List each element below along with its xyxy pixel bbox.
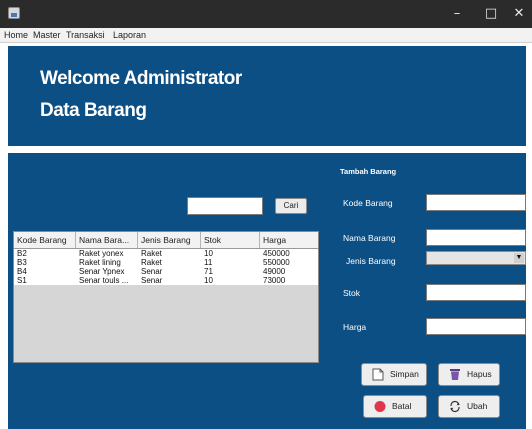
table-row[interactable]: B3 Raket lining Raket 11 550000	[14, 258, 318, 267]
cell-nama: Senar Ypnex	[79, 267, 125, 276]
table-row[interactable]: B4 Senar Ypnex Senar 71 49000	[14, 267, 318, 276]
trash-icon	[450, 369, 460, 380]
label-nama-barang: Nama Barang	[343, 233, 396, 243]
batal-label: Batal	[392, 401, 412, 411]
ubah-label: Ubah	[467, 401, 488, 411]
table-header: Kode Barang Nama Bara... Jenis Barang St…	[14, 232, 318, 249]
menu-laporan[interactable]: Laporan	[113, 29, 146, 41]
cell-kode: B4	[17, 267, 27, 276]
menu-bar: Home Master Transaksi Laporan	[0, 28, 532, 43]
cell-kode: B3	[17, 258, 27, 267]
minimize-icon[interactable]: –	[440, 0, 474, 28]
batal-button[interactable]: Batal	[363, 395, 427, 418]
kode-barang-field[interactable]	[426, 194, 526, 211]
cell-kode: B2	[17, 249, 27, 258]
cell-jenis: Senar	[141, 267, 163, 276]
ubah-button[interactable]: Ubah	[438, 395, 500, 418]
cell-nama: Raket lining	[79, 258, 121, 267]
table-row[interactable]: B2 Raket yonex Raket 10 450000	[14, 249, 318, 258]
column-header-stok[interactable]: Stok	[201, 232, 260, 248]
column-header-harga[interactable]: Harga	[260, 232, 318, 248]
cell-harga: 550000	[263, 258, 290, 267]
label-stok: Stok	[343, 288, 361, 298]
label-kode-barang: Kode Barang	[343, 198, 393, 208]
menu-master[interactable]: Master	[33, 29, 61, 41]
cancel-icon	[374, 401, 386, 412]
cell-jenis: Senar	[141, 276, 163, 285]
label-jenis-barang: Jenis Barang	[346, 256, 396, 266]
cell-jenis: Raket	[141, 258, 162, 267]
table-body: B2 Raket yonex Raket 10 450000 B3 Raket …	[14, 249, 318, 285]
cell-harga: 73000	[263, 276, 286, 285]
cell-stok: 11	[204, 258, 213, 267]
cell-jenis: Raket	[141, 249, 162, 258]
simpan-label: Simpan	[390, 369, 419, 379]
harga-field[interactable]	[426, 318, 526, 335]
search-input[interactable]	[187, 197, 263, 215]
java-app-icon	[8, 7, 20, 19]
header-panel: Welcome Administrator Data Barang	[8, 46, 526, 146]
cell-stok: 10	[204, 276, 213, 285]
column-header-kode[interactable]: Kode Barang	[14, 232, 76, 248]
welcome-title: Welcome Administrator	[40, 68, 242, 89]
close-icon[interactable]: ✕	[502, 0, 532, 28]
column-header-jenis[interactable]: Jenis Barang	[138, 232, 201, 248]
refresh-icon	[450, 400, 460, 413]
jenis-barang-select[interactable]: ▼	[426, 251, 526, 265]
cell-harga: 450000	[263, 249, 290, 258]
page-title: Data Barang	[40, 100, 147, 121]
menu-transaksi[interactable]: Transaksi	[66, 29, 105, 41]
search-button[interactable]: Cari	[275, 198, 307, 214]
table-row[interactable]: S1 Senar touls ... Senar 10 73000	[14, 276, 318, 285]
label-harga: Harga	[343, 322, 367, 332]
hapus-button[interactable]: Hapus	[438, 363, 500, 386]
cell-stok: 10	[204, 249, 213, 258]
barang-table[interactable]: Kode Barang Nama Bara... Jenis Barang St…	[13, 231, 319, 363]
cell-nama: Senar touls ...	[79, 276, 129, 285]
cell-nama: Raket yonex	[79, 249, 124, 258]
menu-home[interactable]: Home	[4, 29, 28, 41]
column-header-nama[interactable]: Nama Bara...	[76, 232, 138, 248]
hapus-label: Hapus	[467, 369, 492, 379]
save-icon	[372, 368, 384, 381]
form-title: Tambah Barang	[340, 167, 397, 176]
cell-stok: 71	[204, 267, 213, 276]
window-title-bar: – □ ✕	[0, 0, 532, 28]
chevron-down-icon[interactable]: ▼	[514, 253, 524, 263]
nama-barang-field[interactable]	[426, 229, 526, 246]
cell-kode: S1	[17, 276, 27, 285]
cell-harga: 49000	[263, 267, 286, 276]
simpan-button[interactable]: Simpan	[361, 363, 427, 386]
stok-field[interactable]	[426, 284, 526, 301]
